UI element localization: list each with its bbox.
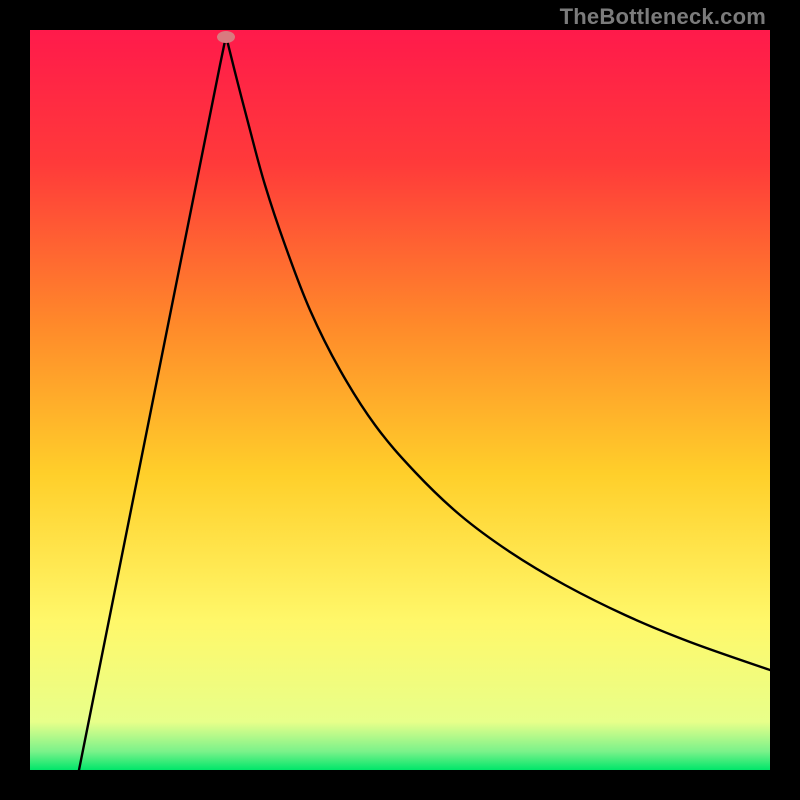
watermark-text: TheBottleneck.com <box>560 4 766 30</box>
gradient-background <box>30 30 770 770</box>
bottleneck-chart <box>30 30 770 770</box>
minimum-marker <box>217 31 235 43</box>
chart-frame <box>30 30 770 770</box>
